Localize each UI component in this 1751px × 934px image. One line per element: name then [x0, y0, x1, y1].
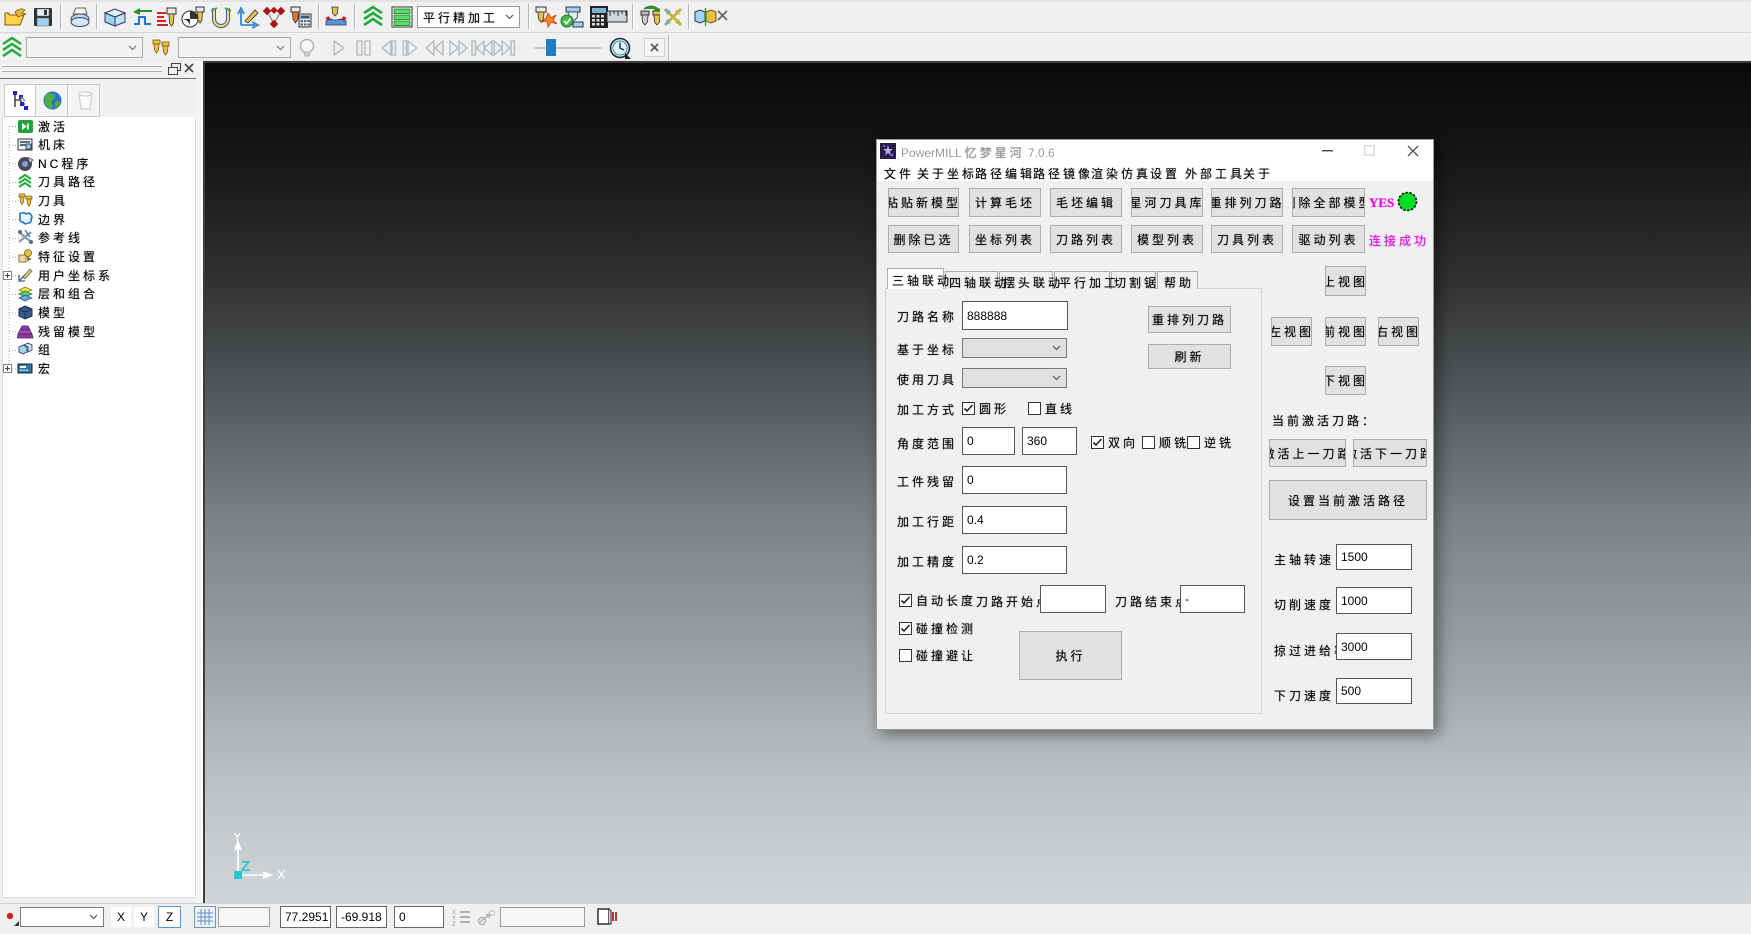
svg-text:Z: Z: [452, 922, 456, 926]
svg-text:Z: Z: [241, 858, 250, 875]
svg-text:X: X: [277, 867, 286, 882]
svg-text:Y: Y: [233, 833, 242, 844]
